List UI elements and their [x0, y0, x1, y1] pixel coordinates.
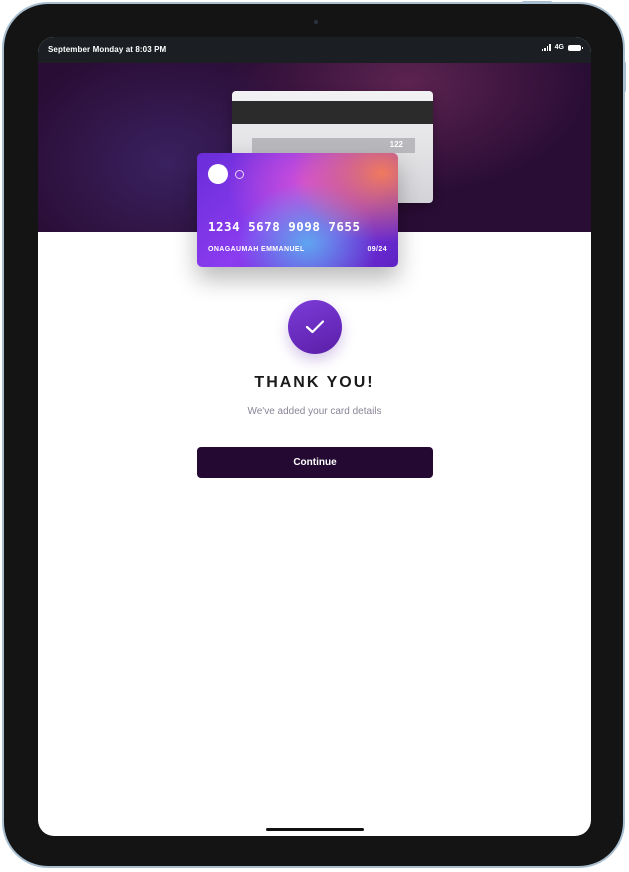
card-number: 1234 5678 9098 7655 — [208, 219, 361, 234]
continue-button[interactable]: Continue — [197, 447, 433, 478]
success-badge — [288, 300, 342, 354]
card-logo-circle-icon — [208, 164, 228, 184]
page-subtitle: We've added your card details — [247, 406, 382, 417]
camera-icon — [314, 20, 318, 24]
card-front: 1234 5678 9098 7655 ONAGAUMAH EMMANUEL 0… — [197, 153, 398, 267]
battery-icon — [568, 44, 583, 51]
home-indicator[interactable] — [266, 828, 364, 831]
network-label: 4G — [554, 44, 564, 51]
magnetic-stripe — [232, 101, 433, 124]
card-expiry: 09/24 — [367, 246, 387, 253]
checkmark-icon — [305, 320, 325, 334]
signal-bars-icon — [541, 44, 551, 51]
contactless-ring-icon — [235, 170, 244, 179]
status-indicators: 4G — [541, 44, 583, 51]
status-time: September Monday at 8:03 PM — [48, 45, 167, 54]
volume-button — [623, 62, 626, 92]
app-screen: September Monday at 8:03 PM 4G 122 1234 … — [38, 37, 591, 836]
page-title: THANK YOU! — [254, 374, 375, 391]
card-holder-name: ONAGAUMAH EMMANUEL — [208, 246, 305, 253]
card-cvv: 122 — [389, 140, 403, 149]
signature-strip: 122 — [252, 138, 415, 153]
status-bar: September Monday at 8:03 PM 4G — [38, 37, 591, 63]
